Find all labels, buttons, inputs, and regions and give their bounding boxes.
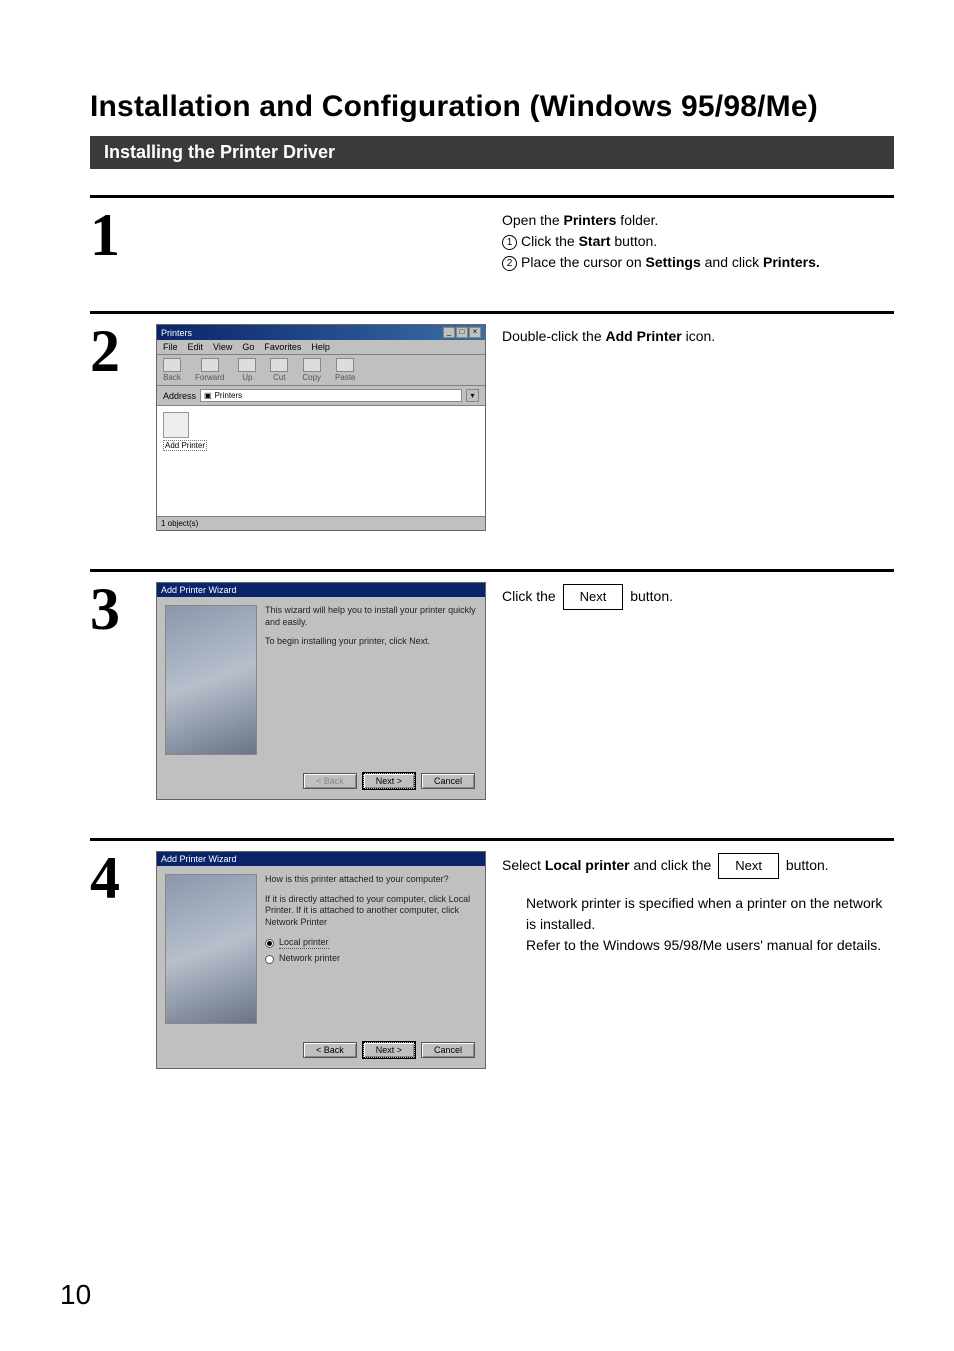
text: and click xyxy=(701,254,763,270)
text: button. xyxy=(610,233,657,249)
step-3: 3 Add Printer Wizard This wizard will he… xyxy=(90,569,894,800)
step2-text: Double-click the Add Printer icon. xyxy=(502,326,894,347)
section-heading: Installing the Printer Driver xyxy=(90,136,894,169)
wizard-title: Add Printer Wizard xyxy=(161,585,237,595)
wizard-title: Add Printer Wizard xyxy=(161,854,237,864)
radio-local-printer[interactable]: Local printer xyxy=(265,937,477,950)
address-input[interactable]: ▣Printers xyxy=(200,389,462,402)
text: Place the cursor on xyxy=(521,254,646,270)
back-button[interactable]: < Back xyxy=(303,1042,357,1058)
text: Open the xyxy=(502,212,564,228)
step1-sub2: 2Place the cursor on Settings and click … xyxy=(502,252,894,273)
printers-window: Printers _ □ × File Edit View Go Favorit… xyxy=(156,324,486,531)
add-printer-label: Add Printer xyxy=(163,440,207,451)
folder-content: Add Printer xyxy=(157,406,485,516)
maximize-icon[interactable]: □ xyxy=(456,327,468,338)
minimize-icon[interactable]: _ xyxy=(443,327,455,338)
back-button: < Back xyxy=(303,773,357,789)
step1-sub1: 1 Click the Start button. xyxy=(502,231,894,252)
add-printer-wizard: Add Printer Wizard This wizard will help… xyxy=(156,582,486,800)
address-label: Address xyxy=(163,391,196,401)
menu-view[interactable]: View xyxy=(213,342,232,352)
wizard-titlebar: Add Printer Wizard xyxy=(157,583,485,597)
step4-note1: Network printer is specified when a prin… xyxy=(526,893,894,935)
wizard-image xyxy=(165,605,257,755)
menu-help[interactable]: Help xyxy=(311,342,330,352)
radio-icon xyxy=(265,955,274,964)
step-number: 1 xyxy=(90,208,140,273)
text-bold: Start xyxy=(579,233,611,249)
step1-intro: Open the Printers folder. xyxy=(502,210,894,231)
cancel-button[interactable]: Cancel xyxy=(421,773,475,789)
wizard-explain: If it is directly attached to your compu… xyxy=(265,894,477,929)
address-dropdown[interactable]: ▾ xyxy=(466,389,479,402)
menu-favorites[interactable]: Favorites xyxy=(264,342,301,352)
next-button[interactable]: Next > xyxy=(363,1042,415,1058)
add-printer-item[interactable]: Add Printer xyxy=(163,412,479,451)
text: button. xyxy=(626,588,673,604)
step-2: 2 Printers _ □ × File Edit View Go Favor… xyxy=(90,311,894,531)
cancel-button[interactable]: Cancel xyxy=(421,1042,475,1058)
next-button-ref: Next xyxy=(718,853,779,879)
address-bar: Address ▣Printers ▾ xyxy=(157,386,485,406)
toolbar: Back Forward Up Cut Copy Paste xyxy=(157,355,485,386)
up-button[interactable]: Up xyxy=(238,358,256,382)
menu-edit[interactable]: Edit xyxy=(188,342,204,352)
text-bold: Printers xyxy=(564,212,617,228)
text: Select xyxy=(502,857,545,873)
window-title: Printers xyxy=(161,328,192,338)
text-bold: Printers. xyxy=(763,254,820,270)
text: folder. xyxy=(616,212,658,228)
copy-button[interactable]: Copy xyxy=(302,358,321,382)
step-number: 3 xyxy=(90,582,140,800)
radio-icon xyxy=(265,939,274,948)
back-button[interactable]: Back xyxy=(163,358,181,382)
add-printer-icon xyxy=(163,412,189,438)
radio-network-printer[interactable]: Network printer xyxy=(265,953,477,965)
wizard-question: How is this printer attached to your com… xyxy=(265,874,477,886)
paste-button[interactable]: Paste xyxy=(335,358,355,382)
circled-number: 2 xyxy=(502,256,517,271)
radio-label: Network printer xyxy=(279,953,340,965)
circled-number: 1 xyxy=(502,235,517,250)
text: button. xyxy=(782,857,829,873)
step4-note2: Refer to the Windows 95/98/Me users' man… xyxy=(526,935,894,956)
menu-file[interactable]: File xyxy=(163,342,178,352)
forward-button[interactable]: Forward xyxy=(195,358,224,382)
radio-label: Local printer xyxy=(279,937,329,950)
text: Click the xyxy=(502,588,560,604)
text: icon. xyxy=(682,328,715,344)
add-printer-wizard: Add Printer Wizard How is this printer a… xyxy=(156,851,486,1069)
text: Click the xyxy=(521,233,579,249)
menu-go[interactable]: Go xyxy=(242,342,254,352)
step-number: 4 xyxy=(90,851,140,1069)
page-number: 10 xyxy=(60,1279,91,1311)
step-1: 1 Open the Printers folder. 1 Click the S… xyxy=(90,195,894,273)
page-title: Installation and Configuration (Windows … xyxy=(90,90,894,124)
menu-bar: File Edit View Go Favorites Help xyxy=(157,340,485,355)
step4-text: Select Local printer and click the Next … xyxy=(502,853,894,879)
wizard-titlebar: Add Printer Wizard xyxy=(157,852,485,866)
text: Double-click the xyxy=(502,328,606,344)
text-bold: Local printer xyxy=(545,857,630,873)
text-bold: Add Printer xyxy=(606,328,682,344)
wizard-p1: This wizard will help you to install you… xyxy=(265,605,477,628)
step-4: 4 Add Printer Wizard How is this printer… xyxy=(90,838,894,1069)
next-button[interactable]: Next > xyxy=(363,773,415,789)
wizard-p2: To begin installing your printer, click … xyxy=(265,636,477,648)
next-button-ref: Next xyxy=(563,584,624,610)
cut-button[interactable]: Cut xyxy=(270,358,288,382)
wizard-image xyxy=(165,874,257,1024)
text-bold: Settings xyxy=(646,254,701,270)
window-titlebar: Printers _ □ × xyxy=(157,325,485,340)
text: and click the xyxy=(630,857,716,873)
folder-icon: ▣ xyxy=(204,390,212,402)
step3-text: Click the Next button. xyxy=(502,584,894,610)
close-icon[interactable]: × xyxy=(469,327,481,338)
step-number: 2 xyxy=(90,324,140,531)
status-bar: 1 object(s) xyxy=(157,516,485,530)
